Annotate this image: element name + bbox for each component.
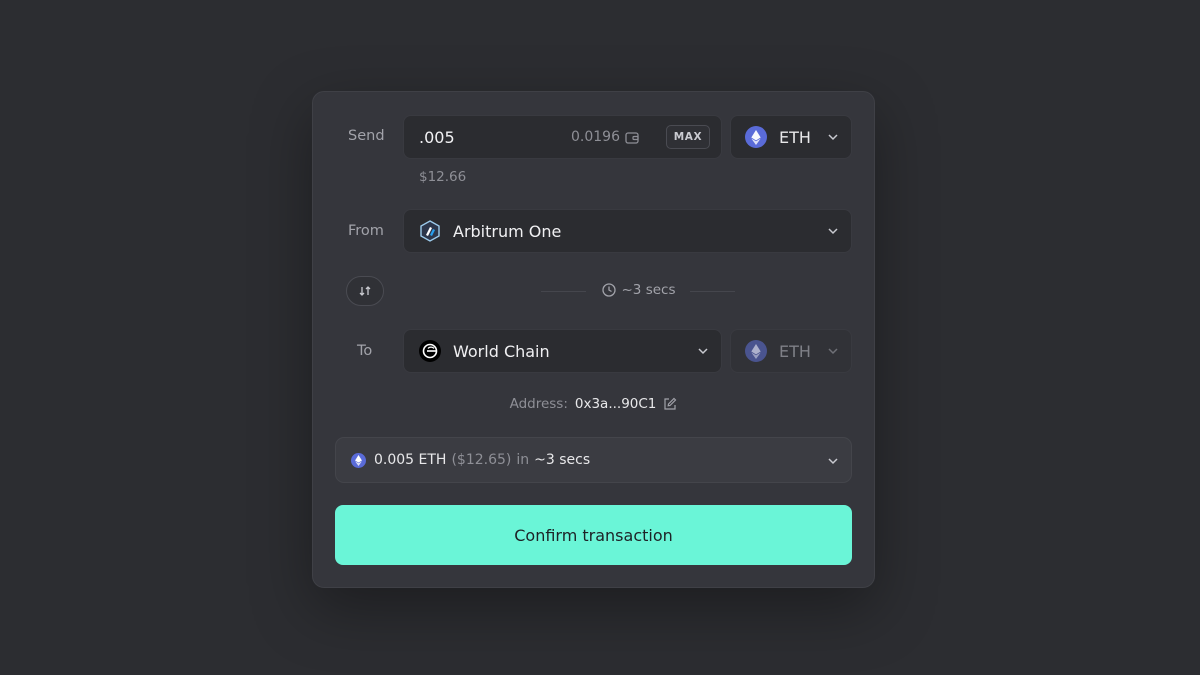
chevron-down-icon [828,228,838,235]
confirm-transaction-button[interactable]: Confirm transaction [335,505,852,565]
chevron-down-icon [828,458,838,465]
max-button[interactable]: MAX [666,125,710,149]
chevron-down-icon [828,134,838,141]
summary-usd: ($12.65) [451,452,512,468]
eth-icon [351,452,366,468]
arbitrum-icon [419,220,441,242]
send-usd-value: $12.66 [419,169,467,185]
to-token-select[interactable]: ETH [730,329,852,373]
from-chain-select[interactable]: Arbitrum One [403,209,852,253]
address-value: 0x3a...90C1 [574,396,657,412]
swap-direction-button[interactable] [346,276,384,306]
to-chain-select[interactable]: World Chain [403,329,722,373]
wallet-balance-value: 0.0196 [571,129,620,145]
chevron-down-icon [698,348,708,355]
eta-indicator: ~3 secs [541,282,736,298]
edit-icon[interactable] [663,397,677,411]
summary-in: in [516,452,530,468]
address-label: Address: [509,396,568,412]
send-token-label: ETH [779,127,811,147]
summary-eta: ~3 secs [534,452,591,468]
chevron-down-icon [828,348,838,355]
to-chain-label: World Chain [453,341,550,361]
eth-icon [745,340,767,362]
eth-icon [745,126,767,148]
send-label: Send [348,128,385,144]
send-amount-value: .005 [419,127,455,147]
send-amount-input[interactable]: .005 0.0196 MAX [403,115,722,159]
to-token-label: ETH [779,341,811,361]
swap-arrows-icon [359,286,371,296]
summary-amount: 0.005 ETH [374,452,447,468]
world-chain-icon [419,340,441,362]
from-label: From [348,223,384,239]
to-label: To [357,343,373,359]
eta-text: ~3 secs [621,282,676,298]
wallet-icon [625,131,639,144]
wallet-balance: 0.0196 [571,129,639,145]
from-chain-label: Arbitrum One [453,221,562,241]
clock-icon [601,283,616,297]
transaction-summary[interactable]: 0.005 ETH ($12.65) in ~3 secs [335,437,852,483]
recipient-address: Address: 0x3a...90C1 [313,396,874,412]
bridge-card: Send .005 0.0196 MAX ETH $12.66 From Arb… [312,91,875,588]
send-token-select[interactable]: ETH [730,115,852,159]
